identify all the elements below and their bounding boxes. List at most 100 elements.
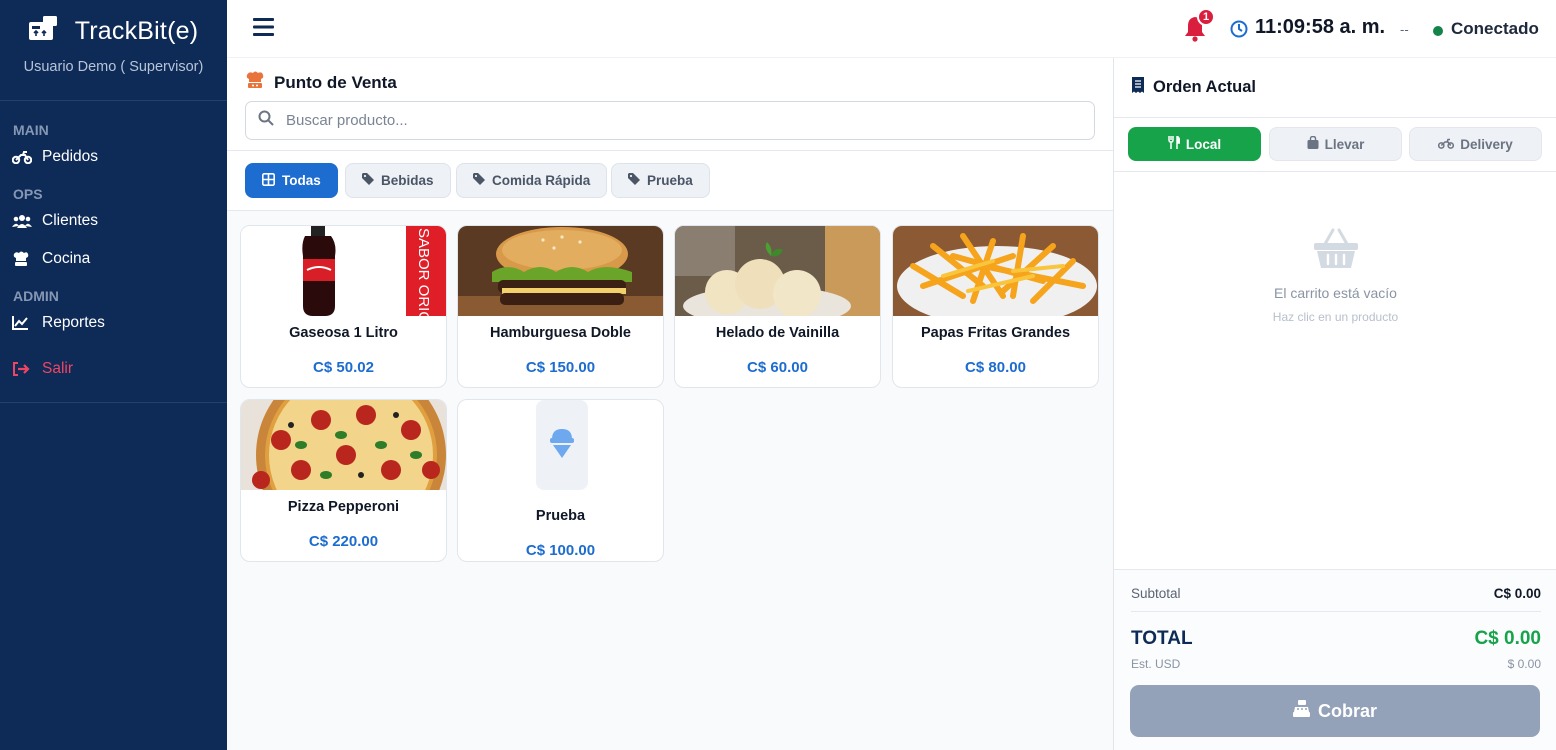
product-price: C$ 100.00 xyxy=(525,542,596,559)
category-bebidas[interactable]: Bebidas xyxy=(345,163,451,198)
total-value: C$ 0.00 xyxy=(1474,628,1541,649)
product-image-soda: SABOR ORIG xyxy=(241,226,446,316)
product-name: Helado de Vainilla xyxy=(715,325,840,341)
placeholder-box xyxy=(535,400,588,490)
order-type-label: Local xyxy=(1185,136,1222,152)
menu-toggle-icon[interactable] xyxy=(253,17,274,42)
product-card[interactable]: Hamburguesa Doble C$ 150.00 xyxy=(457,225,664,388)
order-type-label: Delivery xyxy=(1460,136,1513,152)
sign-out-icon xyxy=(12,361,42,377)
product-card[interactable]: Helado de Vainilla C$ 60.00 xyxy=(674,225,881,388)
sidebar-item-label: Reportes xyxy=(42,314,105,331)
soda-label-text: SABOR ORIG xyxy=(415,228,432,316)
sidebar-item-clientes[interactable]: Clientes xyxy=(0,202,227,240)
utensils-icon xyxy=(1168,134,1181,152)
category-filters: Todas Bebidas Comida Rápida Prueba xyxy=(227,151,1113,211)
pos-header: Punto de Venta xyxy=(227,58,1113,151)
search-input[interactable] xyxy=(286,112,1066,129)
category-comida-rapida[interactable]: Comida Rápida xyxy=(456,163,608,198)
product-price: C$ 80.00 xyxy=(965,359,1026,376)
sidebar-item-label: Pedidos xyxy=(42,148,99,165)
order-type-delivery[interactable]: Delivery xyxy=(1409,127,1542,161)
notification-badge: 1 xyxy=(1197,8,1215,26)
sidebar-item-reportes[interactable]: Reportes xyxy=(0,304,227,342)
charge-button[interactable]: Cobrar xyxy=(1130,685,1540,737)
grid-icon xyxy=(262,172,275,189)
status-dot xyxy=(1433,26,1443,36)
order-type-llevar[interactable]: Llevar xyxy=(1269,127,1402,161)
sidebar-item-label: Cocina xyxy=(42,250,91,267)
product-name: Prueba xyxy=(535,508,586,524)
chef-icon xyxy=(12,251,42,267)
total-label: TOTAL xyxy=(1131,628,1193,649)
product-card[interactable]: Papas Fritas Grandes C$ 80.00 xyxy=(892,225,1099,388)
usd-label: Est. USD xyxy=(1131,657,1181,671)
basket-icon xyxy=(1313,228,1359,274)
brand: TrackBit(e) Usuario Demo ( Supervisor) xyxy=(0,0,227,101)
tag-icon xyxy=(362,173,374,188)
category-label: Bebidas xyxy=(381,173,434,188)
shopping-bag-icon xyxy=(1307,135,1319,152)
product-image-pizza xyxy=(241,400,446,490)
users-icon xyxy=(12,214,42,228)
cash-register-icon xyxy=(1292,700,1310,722)
product-image-burger xyxy=(458,226,663,316)
category-label: Prueba xyxy=(647,173,693,188)
category-prueba[interactable]: Prueba xyxy=(611,163,710,198)
connection-status: Conectado xyxy=(1451,19,1539,38)
page-title-text: Punto de Venta xyxy=(274,72,397,92)
product-name: Hamburguesa Doble xyxy=(490,325,631,341)
subtotal-row: Subtotal C$ 0.00 xyxy=(1131,586,1541,601)
divider xyxy=(1131,611,1541,612)
motorcycle-icon xyxy=(12,150,42,164)
subtotal-value: C$ 0.00 xyxy=(1493,586,1541,601)
product-card[interactable]: Pizza Pepperoni C$ 220.00 xyxy=(240,399,447,562)
product-price: C$ 220.00 xyxy=(308,533,379,550)
sidebar: TrackBit(e) Usuario Demo ( Supervisor) M… xyxy=(0,0,227,750)
product-image-placeholder xyxy=(458,400,663,490)
app-title: TrackBit(e) xyxy=(74,17,199,45)
total-row: TOTAL C$ 0.00 xyxy=(1131,628,1541,650)
search-box xyxy=(245,101,1095,140)
product-card[interactable]: SABOR ORIG Gaseosa 1 Litro C$ 50.02 xyxy=(240,225,447,388)
nav-section-ops: OPS xyxy=(13,186,43,202)
usd-row: Est. USD $ 0.00 xyxy=(1131,657,1541,671)
ice-cream-icon xyxy=(549,427,575,464)
order-type-local[interactable]: Local xyxy=(1128,127,1261,161)
order-panel: Orden Actual Local Llevar Delivery El ca… xyxy=(1113,58,1556,750)
user-label: Usuario Demo ( Supervisor) xyxy=(23,59,204,75)
product-name: Gaseosa 1 Litro xyxy=(289,325,398,341)
sidebar-nav: MAIN Pedidos OPS Clientes Cocina ADMIN R… xyxy=(0,122,227,403)
nav-section-admin: ADMIN xyxy=(13,288,59,304)
product-price: C$ 60.00 xyxy=(747,359,808,376)
product-image-icecream xyxy=(675,226,880,316)
clock-icon xyxy=(1230,20,1248,43)
order-header: Orden Actual xyxy=(1114,58,1556,118)
product-image-fries xyxy=(893,226,1098,316)
search-icon xyxy=(258,110,274,131)
empty-cart-hint: Haz clic en un producto xyxy=(1272,310,1399,324)
tag-icon xyxy=(473,173,485,188)
product-name: Pizza Pepperoni xyxy=(287,499,400,515)
logout-button[interactable]: Salir xyxy=(0,350,227,388)
nav-section-main: MAIN xyxy=(13,122,49,138)
pos-main: Punto de Venta Todas Bebidas Comida xyxy=(227,58,1113,750)
page-title: Punto de Venta xyxy=(245,71,397,94)
order-totals: Subtotal C$ 0.00 TOTAL C$ 0.00 Est. USD … xyxy=(1114,569,1556,750)
product-price: C$ 150.00 xyxy=(525,359,596,376)
order-type-selector: Local Llevar Delivery xyxy=(1114,118,1556,172)
sidebar-item-label: Clientes xyxy=(42,212,98,229)
topbar: 1 11:09:58 a. m. -- Conectado xyxy=(227,0,1556,58)
clock-time: 11:09:58 a. m. xyxy=(1255,16,1386,38)
sidebar-item-cocina[interactable]: Cocina xyxy=(0,240,227,278)
clock-suffix: -- xyxy=(1400,22,1409,37)
category-label: Comida Rápida xyxy=(492,173,591,188)
charge-label: Cobrar xyxy=(1317,700,1377,721)
category-todas[interactable]: Todas xyxy=(245,163,338,198)
chef-icon xyxy=(245,71,265,94)
logout-label: Salir xyxy=(42,360,74,377)
sidebar-item-pedidos[interactable]: Pedidos xyxy=(0,138,227,176)
receipt-icon xyxy=(1132,77,1144,98)
empty-cart-title: El carrito está vacío xyxy=(1274,285,1397,301)
product-card[interactable]: Prueba C$ 100.00 xyxy=(457,399,664,562)
